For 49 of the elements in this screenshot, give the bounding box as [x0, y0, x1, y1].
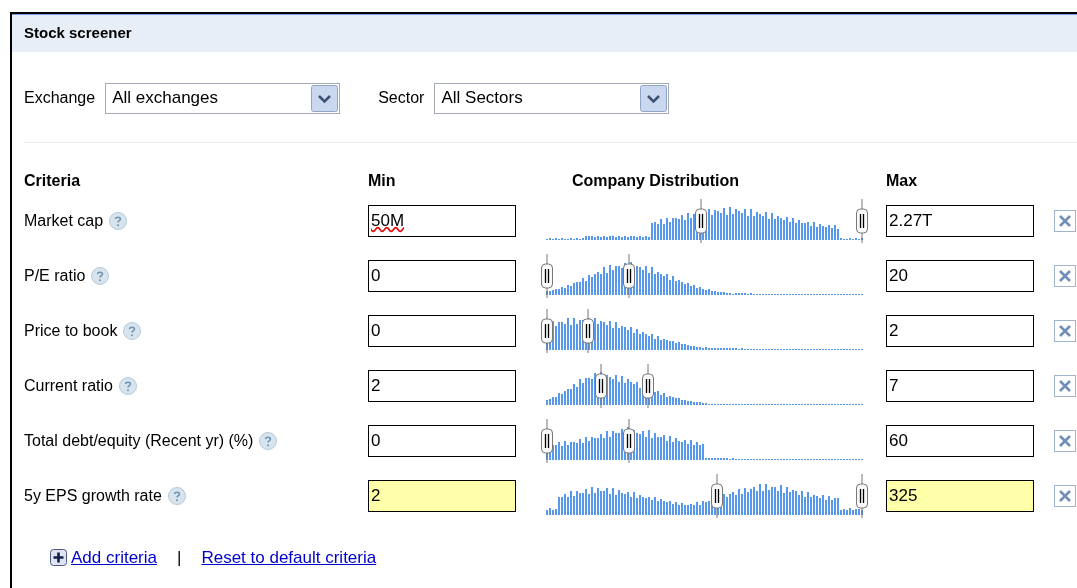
slider-handle[interactable]: [581, 308, 594, 353]
slider-handle[interactable]: [856, 198, 868, 243]
max-input[interactable]: 325: [886, 479, 1034, 512]
slider-handle[interactable]: [641, 363, 654, 408]
min-input[interactable]: 0: [368, 424, 516, 457]
slider-handle[interactable]: [856, 473, 868, 518]
separator: |: [177, 547, 182, 569]
add-criteria-link[interactable]: Add criteria: [71, 545, 157, 571]
column-header: Min: [368, 172, 396, 189]
max-input[interactable]: 2.27T: [886, 204, 1034, 237]
slider-handle[interactable]: [541, 418, 553, 463]
slider-handle[interactable]: [594, 363, 607, 408]
help-icon[interactable]: [109, 211, 128, 230]
filter-label: Exchange: [24, 88, 96, 108]
max-input[interactable]: 60: [886, 424, 1034, 457]
slider-handle[interactable]: [695, 198, 708, 243]
slider-handle[interactable]: [622, 253, 635, 298]
slider-handle[interactable]: [541, 308, 553, 353]
min-input[interactable]: 0: [368, 314, 516, 347]
slider-handle[interactable]: [622, 418, 635, 463]
max-input[interactable]: 7: [886, 369, 1034, 402]
column-header: Max: [886, 172, 918, 189]
dropdown[interactable]: All Sectors: [434, 82, 670, 114]
criterion-label: 5y EPS growth rate: [24, 485, 162, 506]
panel-title: Stock screener: [24, 23, 132, 44]
dropdown[interactable]: All exchanges: [105, 82, 341, 114]
criterion-label: Price to book: [24, 320, 118, 341]
help-icon[interactable]: [123, 321, 142, 340]
min-input[interactable]: 50M: [368, 204, 516, 237]
column-header: Company Distribution: [572, 172, 740, 189]
help-icon[interactable]: [91, 266, 110, 285]
help-icon[interactable]: [118, 376, 137, 395]
reset-criteria-link[interactable]: Reset to default criteria: [201, 545, 377, 571]
criterion-label: Market cap: [24, 210, 104, 231]
slider-handle[interactable]: [541, 253, 553, 298]
criterion-label: Current ratio: [24, 375, 113, 396]
filter-label: Sector: [378, 88, 425, 108]
column-header: Criteria: [24, 171, 81, 191]
slider-handle[interactable]: [711, 473, 724, 518]
criterion-label: Total debt/equity (Recent yr) (%): [24, 430, 254, 451]
max-input[interactable]: 20: [886, 259, 1034, 292]
help-icon[interactable]: [167, 486, 186, 505]
min-input[interactable]: 2: [368, 369, 516, 402]
min-input[interactable]: 0: [368, 259, 516, 292]
help-icon[interactable]: [259, 431, 278, 450]
criterion-label: P/E ratio: [24, 265, 86, 286]
add-icon[interactable]: [50, 549, 67, 567]
min-input[interactable]: 2: [368, 479, 516, 512]
max-input[interactable]: 2: [886, 314, 1034, 347]
